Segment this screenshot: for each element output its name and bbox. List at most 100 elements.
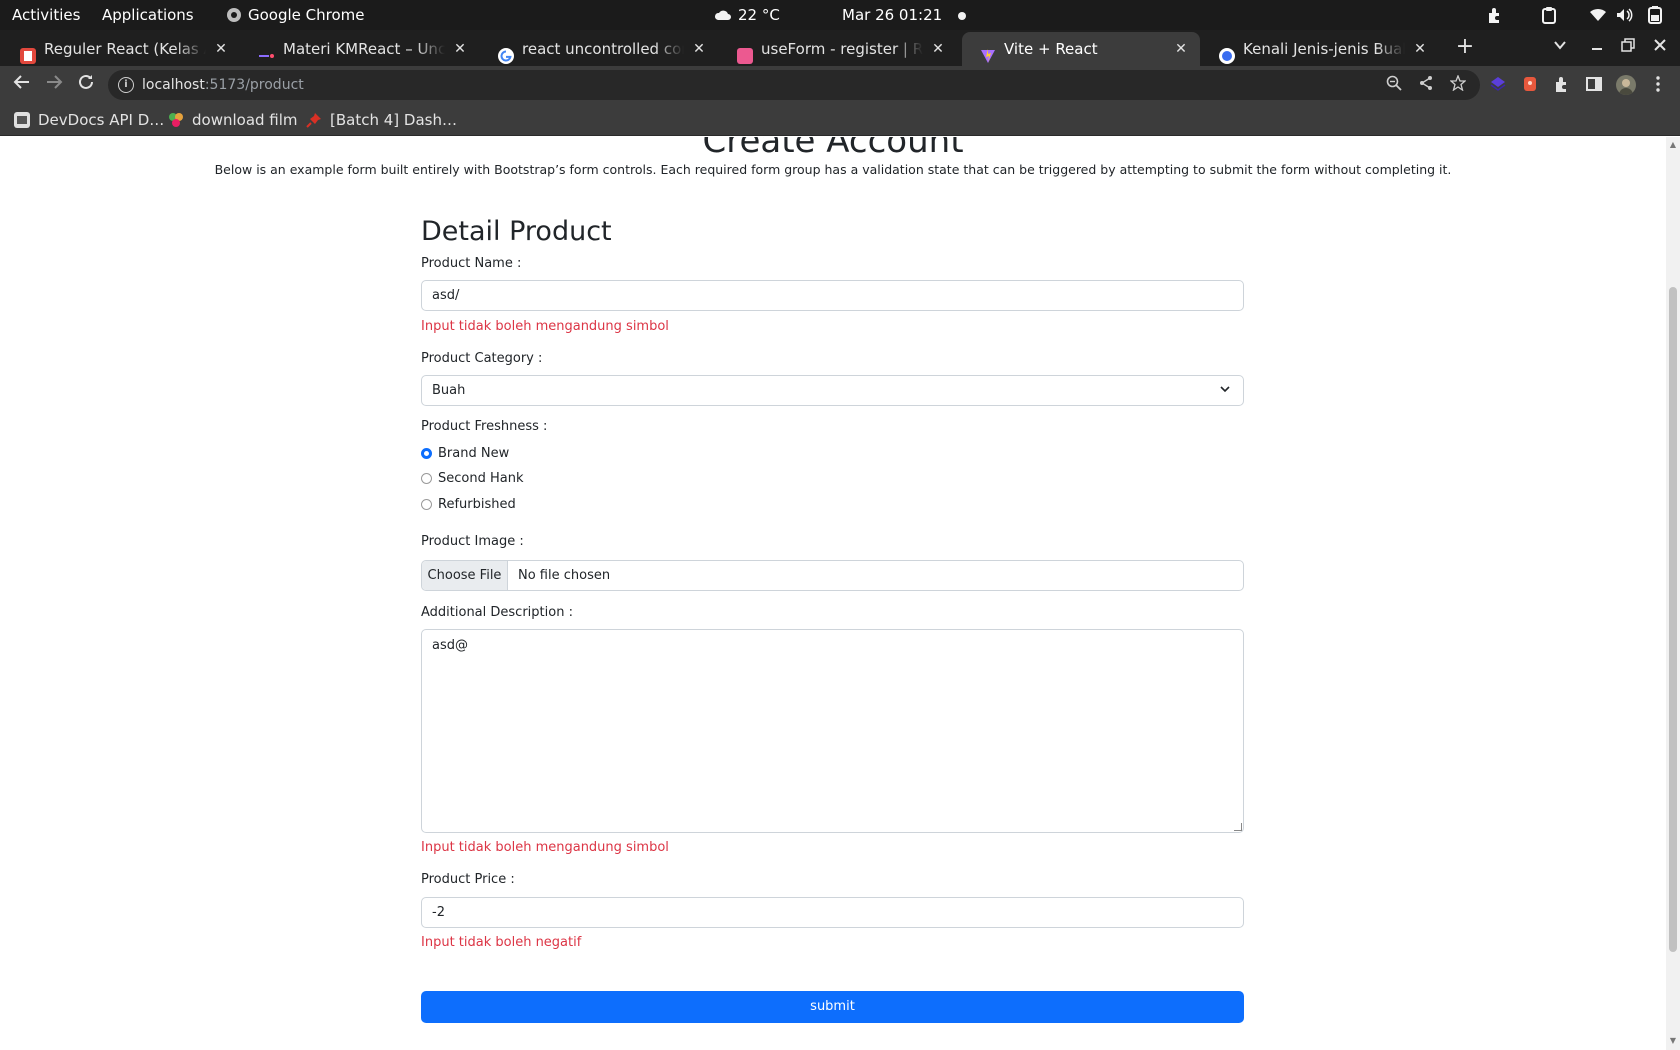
chrome-app-icon bbox=[226, 0, 244, 30]
product-freshness-label: Product Freshness : bbox=[421, 419, 548, 434]
chrome-menu-kebab-icon[interactable] bbox=[1648, 75, 1668, 95]
product-name-label: Product Name : bbox=[421, 256, 522, 271]
tab-strip: Reguler React (Kelas A, B, C ✕ Materi KM… bbox=[0, 30, 1680, 92]
pushpin-icon bbox=[306, 107, 322, 128]
tab-title: react uncontrolled component bbox=[522, 40, 684, 58]
extensions-tray-icon[interactable] bbox=[1486, 6, 1504, 24]
bookmark-batch4-dash[interactable]: [Batch 4] Dash… bbox=[306, 104, 457, 136]
radio-unchecked[interactable] bbox=[421, 499, 432, 510]
additional-description-label: Additional Description : bbox=[421, 605, 573, 620]
extensions-puzzle-icon[interactable] bbox=[1552, 75, 1572, 95]
file-status-text: No file chosen bbox=[518, 568, 611, 583]
tab-favicon-icon bbox=[259, 42, 275, 58]
form-title: Detail Product bbox=[421, 216, 612, 247]
page-viewport: Create Account Below is an example form … bbox=[0, 137, 1666, 1050]
clipboard-icon[interactable] bbox=[1540, 6, 1558, 24]
devdocs-favicon-icon bbox=[14, 107, 30, 128]
minimize-window-icon[interactable] bbox=[1585, 35, 1609, 59]
scroll-up-arrow-icon[interactable]: ▲ bbox=[1669, 141, 1677, 149]
tab-materi-kmreact[interactable]: Materi KMReact – Uncontrolled ✕ bbox=[241, 32, 479, 66]
product-category-label: Product Category : bbox=[421, 351, 543, 366]
resize-grip-icon[interactable] bbox=[1234, 823, 1242, 831]
tab-reguler-react[interactable]: Reguler React (Kelas A, B, C ✕ bbox=[2, 32, 240, 66]
extension-layers-icon[interactable] bbox=[1488, 75, 1508, 95]
product-price-error: Input tidak boleh negatif bbox=[421, 935, 582, 950]
weather-cloud-icon bbox=[714, 0, 734, 30]
product-price-label: Product Price : bbox=[421, 872, 515, 887]
tab-kenali-buah-apel[interactable]: Kenali Jenis-jenis Buah Apel ✕ bbox=[1201, 32, 1439, 66]
applications-menu[interactable]: Applications bbox=[102, 0, 194, 30]
back-arrow-icon[interactable] bbox=[10, 73, 34, 97]
volume-icon[interactable] bbox=[1615, 6, 1633, 24]
bookmarks-bar: DevDocs API D… download film [Batch 4] D… bbox=[0, 104, 1680, 136]
tab-close-icon[interactable]: ✕ bbox=[1172, 32, 1190, 66]
share-icon[interactable] bbox=[1416, 75, 1436, 95]
battery-icon[interactable] bbox=[1646, 6, 1664, 24]
browser-toolbar: i localhost:5173/product bbox=[0, 66, 1680, 104]
tab-close-icon[interactable]: ✕ bbox=[212, 32, 230, 66]
page-scrollbar[interactable]: ▲ ▼ bbox=[1666, 137, 1680, 1050]
tab-react-uncontrolled[interactable]: react uncontrolled component ✕ bbox=[480, 32, 718, 66]
additional-description-textarea[interactable]: asd@ bbox=[421, 629, 1244, 833]
tab-favicon-icon bbox=[737, 42, 753, 64]
scrollbar-thumb[interactable] bbox=[1669, 287, 1677, 952]
bookmark-label: DevDocs API D… bbox=[38, 111, 165, 129]
product-image-file-input[interactable]: Choose File No file chosen bbox=[421, 560, 1244, 591]
tab-favicon-icon bbox=[1219, 42, 1235, 64]
url-host: localhost bbox=[142, 77, 205, 93]
product-name-input[interactable]: asd/ bbox=[421, 280, 1244, 311]
scroll-down-arrow-icon[interactable]: ▼ bbox=[1669, 1037, 1677, 1045]
clock[interactable]: Mar 26 01:21 bbox=[842, 0, 942, 30]
description-text: asd@ bbox=[432, 638, 468, 653]
radio-unchecked[interactable] bbox=[421, 473, 432, 484]
new-tab-icon[interactable]: + bbox=[1453, 35, 1477, 59]
tab-close-icon[interactable]: ✕ bbox=[1411, 32, 1429, 66]
active-app-name[interactable]: Google Chrome bbox=[248, 0, 365, 30]
page-description: Below is an example form built entirely … bbox=[214, 162, 1452, 177]
vite-logo-icon bbox=[980, 42, 996, 63]
notification-dot-icon bbox=[958, 0, 966, 30]
maximize-window-icon[interactable] bbox=[1616, 35, 1640, 59]
url-text[interactable]: localhost:5173/product bbox=[142, 70, 304, 100]
side-panel-icon[interactable] bbox=[1584, 75, 1604, 95]
forward-arrow-icon[interactable] bbox=[42, 73, 66, 97]
product-image-label: Product Image : bbox=[421, 534, 524, 549]
wifi-icon[interactable] bbox=[1589, 6, 1607, 24]
radio-checked[interactable] bbox=[421, 448, 432, 459]
tab-close-icon[interactable]: ✕ bbox=[690, 32, 708, 66]
tab-title: useForm - register | React Hook bbox=[761, 40, 923, 58]
tab-title: Vite + React bbox=[1004, 40, 1098, 58]
bookmark-star-icon[interactable] bbox=[1448, 74, 1468, 95]
profile-avatar[interactable] bbox=[1616, 75, 1636, 95]
page-heading: Create Account bbox=[702, 137, 964, 161]
bookmark-label: download film bbox=[192, 111, 298, 129]
site-info-icon[interactable]: i bbox=[118, 77, 134, 93]
address-bar[interactable]: i localhost:5173/product bbox=[108, 70, 1480, 100]
close-window-icon[interactable] bbox=[1648, 35, 1672, 59]
bookmark-label: [Batch 4] Dash… bbox=[330, 111, 457, 129]
activities-button[interactable]: Activities bbox=[12, 0, 80, 30]
tab-title: Kenali Jenis-jenis Buah Apel bbox=[1243, 40, 1405, 58]
radio-label: Refurbished bbox=[438, 497, 516, 512]
tab-favicon-icon bbox=[20, 42, 36, 64]
zoom-icon[interactable] bbox=[1384, 75, 1404, 95]
url-path: :5173/product bbox=[204, 77, 304, 93]
radio-label: Brand New bbox=[438, 446, 510, 461]
submit-button[interactable]: submit bbox=[421, 991, 1244, 1023]
choose-file-button[interactable]: Choose File bbox=[422, 561, 508, 590]
bookmark-download-film[interactable]: download film bbox=[168, 104, 298, 136]
tab-vite-react[interactable]: Vite + React ✕ bbox=[962, 32, 1200, 66]
product-price-input[interactable]: -2 bbox=[421, 897, 1244, 928]
tab-title: Reguler React (Kelas A, B, C bbox=[44, 40, 206, 58]
weather-temperature[interactable]: 22 °C bbox=[738, 0, 780, 30]
product-category-select[interactable]: Buah bbox=[421, 375, 1244, 406]
tab-search-chevron-icon[interactable] bbox=[1548, 35, 1572, 59]
bookmark-devdocs[interactable]: DevDocs API D… bbox=[14, 104, 164, 136]
tab-title: Materi KMReact – Uncontrolled bbox=[283, 40, 445, 58]
description-error: Input tidak boleh mengandung simbol bbox=[421, 840, 669, 855]
tab-useform-register[interactable]: useForm - register | React Hook ✕ bbox=[719, 32, 957, 66]
tab-close-icon[interactable]: ✕ bbox=[929, 32, 947, 66]
reload-icon[interactable] bbox=[74, 73, 98, 97]
extension-rocket-icon[interactable] bbox=[1520, 75, 1540, 95]
tab-close-icon[interactable]: ✕ bbox=[451, 32, 469, 66]
